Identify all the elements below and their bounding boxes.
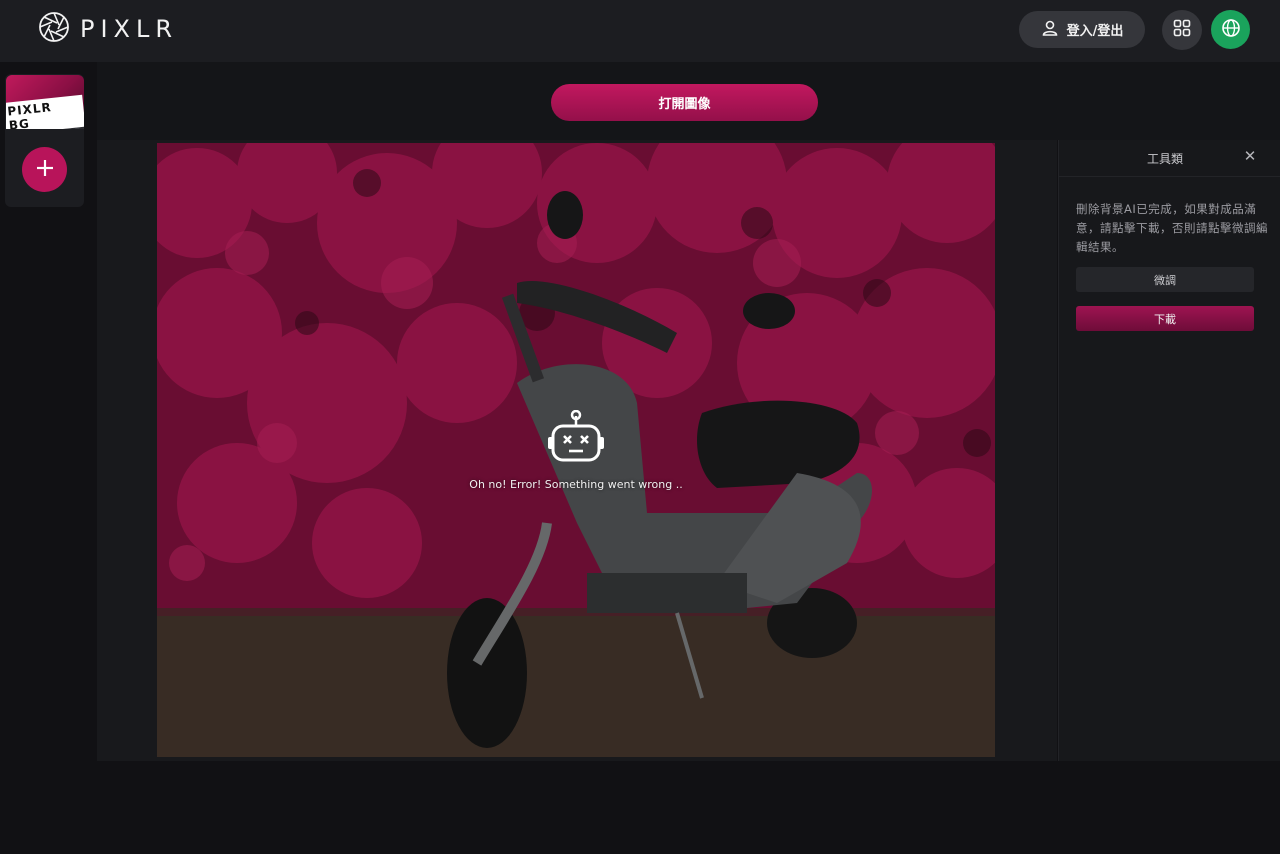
tools-panel-header: 工具類 ✕ <box>1059 140 1280 177</box>
image-thumbnail[interactable]: PIXLR BG <box>6 75 84 129</box>
open-image-button[interactable]: 打開圖像 <box>551 84 818 121</box>
download-button[interactable]: 下載 <box>1076 306 1254 331</box>
language-button[interactable] <box>1211 10 1250 49</box>
tools-panel-description: 刪除背景AI已完成，如果對成品滿意，請點擊下載，否則請點擊微調編輯結果。 <box>1076 202 1268 254</box>
globe-icon <box>1221 18 1241 42</box>
thumbnail-label: PIXLR BG <box>6 94 84 129</box>
plus-icon <box>35 158 55 182</box>
top-header: PIXLR 登入/登出 <box>0 0 1280 62</box>
tools-panel: 工具類 ✕ 刪除背景AI已完成，如果對成品滿意，請點擊下載，否則請點擊微調編輯結… <box>1058 140 1280 761</box>
logo-text: PIXLR <box>80 15 179 43</box>
pixlr-logo[interactable]: PIXLR <box>38 11 179 47</box>
tools-panel-title: 工具類 <box>1146 152 1183 166</box>
scooter-photo <box>157 143 995 757</box>
left-sidebar: PIXLR BG <box>5 74 84 207</box>
login-logout-label: 登入/登出 <box>1066 24 1124 39</box>
login-logout-button[interactable]: 登入/登出 <box>1019 11 1145 48</box>
grid-icon <box>1173 19 1191 41</box>
fine-tune-button[interactable]: 微調 <box>1076 267 1254 292</box>
user-icon <box>1041 19 1059 41</box>
aperture-logo-icon <box>38 11 70 47</box>
apps-grid-button[interactable] <box>1162 10 1202 50</box>
close-icon[interactable]: ✕ <box>1242 148 1258 164</box>
add-image-button[interactable] <box>22 147 67 192</box>
